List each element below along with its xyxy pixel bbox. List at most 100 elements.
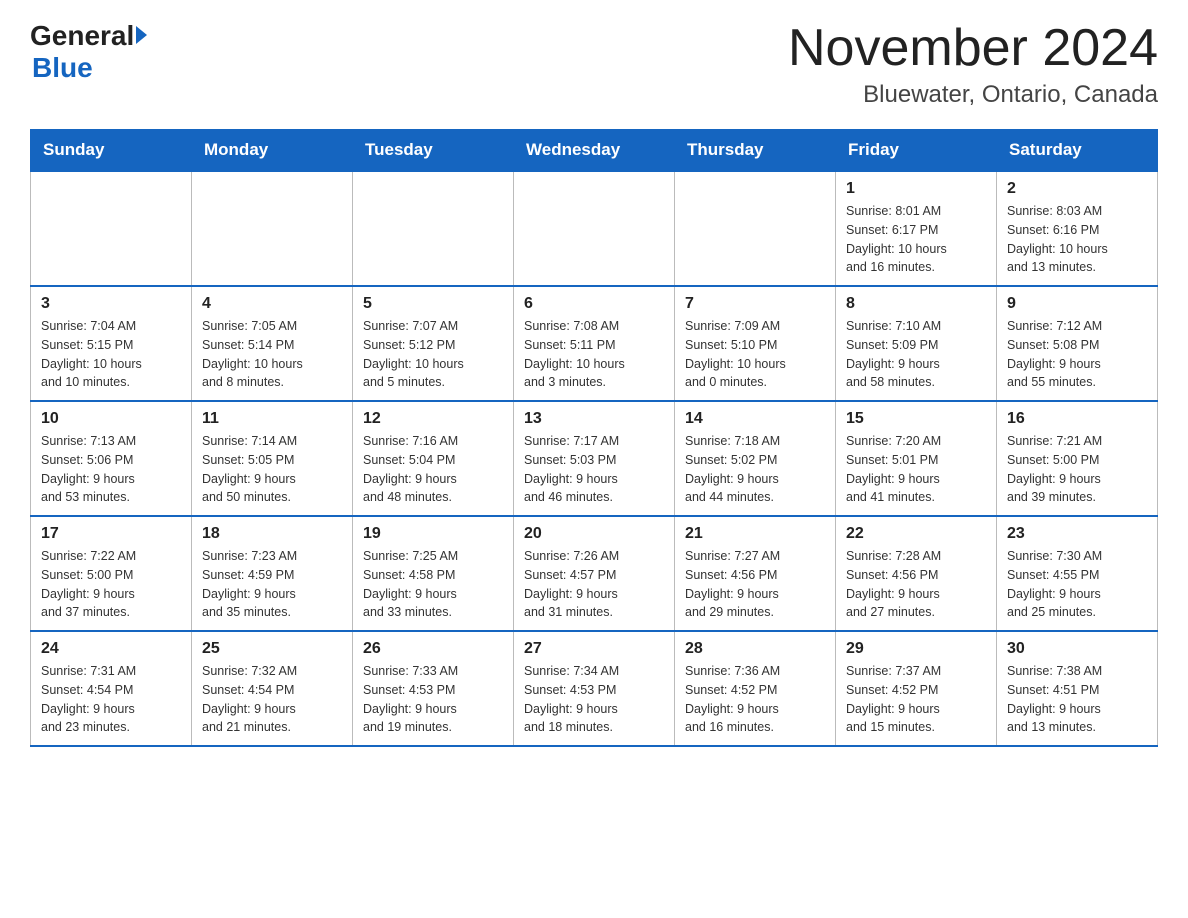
day-number: 11	[202, 410, 342, 428]
calendar-cell-w2-d3: 5 Sunrise: 7:07 AMSunset: 5:12 PMDaylight…	[353, 286, 514, 401]
logo: General Blue	[30, 20, 147, 84]
calendar-cell-w2-d6: 8Sunrise: 7:10 AMSunset: 5:09 PMDaylight…	[836, 286, 997, 401]
calendar-cell-w1-d1	[31, 171, 192, 286]
day-info: Sunrise: 7:34 AMSunset: 4:53 PMDaylight:…	[524, 662, 664, 737]
col-thursday: Thursday	[675, 130, 836, 172]
day-number: 18	[202, 525, 342, 543]
day-info: Sunrise: 7:07 AMSunset: 5:12 PMDaylight:…	[363, 317, 503, 392]
day-info: Sunrise: 7:09 AMSunset: 5:10 PMDaylight:…	[685, 317, 825, 392]
day-info: Sunrise: 8:01 AMSunset: 6:17 PMDaylight:…	[846, 202, 986, 277]
day-number: 23	[1007, 525, 1147, 543]
day-number: 25	[202, 640, 342, 658]
calendar-cell-w3-d4: 13Sunrise: 7:17 AMSunset: 5:03 PMDayligh…	[514, 401, 675, 516]
calendar-cell-w1-d7: 2 Sunrise: 8:03 AMSunset: 6:16 PMDaylight…	[997, 171, 1158, 286]
day-number: 7	[685, 295, 825, 313]
day-number: 15	[846, 410, 986, 428]
day-info: Sunrise: 7:26 AMSunset: 4:57 PMDaylight:…	[524, 547, 664, 622]
day-number: 2	[1007, 180, 1147, 198]
page-title: November 2024	[788, 20, 1158, 77]
col-sunday: Sunday	[31, 130, 192, 172]
day-number: 24	[41, 640, 181, 658]
day-info: Sunrise: 7:27 AMSunset: 4:56 PMDaylight:…	[685, 547, 825, 622]
day-info: Sunrise: 8:03 AMSunset: 6:16 PMDaylight:…	[1007, 202, 1147, 277]
calendar-cell-w3-d5: 14 Sunrise: 7:18 AMSunset: 5:02 PMDayligh…	[675, 401, 836, 516]
day-info: Sunrise: 7:13 AMSunset: 5:06 PMDaylight:…	[41, 432, 181, 507]
logo-general-text: General	[30, 20, 134, 52]
day-number: 29	[846, 640, 986, 658]
day-number: 26	[363, 640, 503, 658]
calendar-cell-w4-d4: 20 Sunrise: 7:26 AMSunset: 4:57 PMDayligh…	[514, 516, 675, 631]
day-info: Sunrise: 7:30 AMSunset: 4:55 PMDaylight:…	[1007, 547, 1147, 622]
day-info: Sunrise: 7:18 AMSunset: 5:02 PMDaylight:…	[685, 432, 825, 507]
page-header: General Blue November 2024 Bluewater, On…	[30, 20, 1158, 109]
day-info: Sunrise: 7:12 AMSunset: 5:08 PMDaylight:…	[1007, 317, 1147, 392]
calendar-cell-w2-d1: 3 Sunrise: 7:04 AMSunset: 5:15 PMDaylight…	[31, 286, 192, 401]
calendar-cell-w5-d6: 29 Sunrise: 7:37 AMSunset: 4:52 PMDayligh…	[836, 631, 997, 746]
day-number: 27	[524, 640, 664, 658]
day-number: 22	[846, 525, 986, 543]
calendar-cell-w5-d1: 24Sunrise: 7:31 AMSunset: 4:54 PMDayligh…	[31, 631, 192, 746]
day-info: Sunrise: 7:21 AMSunset: 5:00 PMDaylight:…	[1007, 432, 1147, 507]
day-number: 4	[202, 295, 342, 313]
day-number: 8	[846, 295, 986, 313]
calendar-cell-w1-d4	[514, 171, 675, 286]
calendar-week-1: 1Sunrise: 8:01 AMSunset: 6:17 PMDaylight…	[31, 171, 1158, 286]
day-info: Sunrise: 7:32 AMSunset: 4:54 PMDaylight:…	[202, 662, 342, 737]
col-monday: Monday	[192, 130, 353, 172]
day-info: Sunrise: 7:33 AMSunset: 4:53 PMDaylight:…	[363, 662, 503, 737]
calendar-table: Sunday Monday Tuesday Wednesday Thursday…	[30, 129, 1158, 747]
calendar-cell-w4-d5: 21 Sunrise: 7:27 AMSunset: 4:56 PMDayligh…	[675, 516, 836, 631]
day-info: Sunrise: 7:23 AMSunset: 4:59 PMDaylight:…	[202, 547, 342, 622]
day-number: 28	[685, 640, 825, 658]
col-tuesday: Tuesday	[353, 130, 514, 172]
day-number: 5	[363, 295, 503, 313]
calendar-cell-w3-d7: 16Sunrise: 7:21 AMSunset: 5:00 PMDayligh…	[997, 401, 1158, 516]
calendar-cell-w4-d7: 23 Sunrise: 7:30 AMSunset: 4:55 PMDayligh…	[997, 516, 1158, 631]
logo-arrow-icon	[136, 26, 147, 44]
calendar-week-4: 17 Sunrise: 7:22 AMSunset: 5:00 PMDayligh…	[31, 516, 1158, 631]
day-number: 10	[41, 410, 181, 428]
day-number: 13	[524, 410, 664, 428]
calendar-cell-w4-d1: 17 Sunrise: 7:22 AMSunset: 5:00 PMDayligh…	[31, 516, 192, 631]
day-info: Sunrise: 7:37 AMSunset: 4:52 PMDaylight:…	[846, 662, 986, 737]
day-info: Sunrise: 7:22 AMSunset: 5:00 PMDaylight:…	[41, 547, 181, 622]
day-number: 14	[685, 410, 825, 428]
day-number: 12	[363, 410, 503, 428]
calendar-cell-w5-d7: 30Sunrise: 7:38 AMSunset: 4:51 PMDayligh…	[997, 631, 1158, 746]
day-info: Sunrise: 7:28 AMSunset: 4:56 PMDaylight:…	[846, 547, 986, 622]
title-block: November 2024 Bluewater, Ontario, Canada	[788, 20, 1158, 109]
calendar-week-3: 10 Sunrise: 7:13 AMSunset: 5:06 PMDayligh…	[31, 401, 1158, 516]
day-info: Sunrise: 7:25 AMSunset: 4:58 PMDaylight:…	[363, 547, 503, 622]
day-info: Sunrise: 7:20 AMSunset: 5:01 PMDaylight:…	[846, 432, 986, 507]
day-number: 3	[41, 295, 181, 313]
calendar-cell-w2-d4: 6Sunrise: 7:08 AMSunset: 5:11 PMDaylight…	[514, 286, 675, 401]
calendar-cell-w3-d6: 15 Sunrise: 7:20 AMSunset: 5:01 PMDayligh…	[836, 401, 997, 516]
day-info: Sunrise: 7:16 AMSunset: 5:04 PMDaylight:…	[363, 432, 503, 507]
calendar-cell-w2-d7: 9Sunrise: 7:12 AMSunset: 5:08 PMDaylight…	[997, 286, 1158, 401]
calendar-week-5: 24Sunrise: 7:31 AMSunset: 4:54 PMDayligh…	[31, 631, 1158, 746]
day-info: Sunrise: 7:04 AMSunset: 5:15 PMDaylight:…	[41, 317, 181, 392]
calendar-cell-w3-d1: 10 Sunrise: 7:13 AMSunset: 5:06 PMDayligh…	[31, 401, 192, 516]
calendar-cell-w1-d2	[192, 171, 353, 286]
calendar-header-row: Sunday Monday Tuesday Wednesday Thursday…	[31, 130, 1158, 172]
calendar-cell-w4-d3: 19Sunrise: 7:25 AMSunset: 4:58 PMDayligh…	[353, 516, 514, 631]
col-friday: Friday	[836, 130, 997, 172]
calendar-cell-w2-d5: 7 Sunrise: 7:09 AMSunset: 5:10 PMDaylight…	[675, 286, 836, 401]
day-number: 20	[524, 525, 664, 543]
day-number: 17	[41, 525, 181, 543]
calendar-cell-w1-d5	[675, 171, 836, 286]
day-number: 6	[524, 295, 664, 313]
calendar-week-2: 3 Sunrise: 7:04 AMSunset: 5:15 PMDaylight…	[31, 286, 1158, 401]
day-number: 21	[685, 525, 825, 543]
calendar-cell-w3-d3: 12 Sunrise: 7:16 AMSunset: 5:04 PMDayligh…	[353, 401, 514, 516]
col-wednesday: Wednesday	[514, 130, 675, 172]
day-info: Sunrise: 7:05 AMSunset: 5:14 PMDaylight:…	[202, 317, 342, 392]
page-subtitle: Bluewater, Ontario, Canada	[788, 81, 1158, 109]
day-info: Sunrise: 7:36 AMSunset: 4:52 PMDaylight:…	[685, 662, 825, 737]
day-info: Sunrise: 7:14 AMSunset: 5:05 PMDaylight:…	[202, 432, 342, 507]
logo-blue-text: Blue	[30, 52, 93, 83]
day-number: 30	[1007, 640, 1147, 658]
calendar-cell-w4-d6: 22 Sunrise: 7:28 AMSunset: 4:56 PMDayligh…	[836, 516, 997, 631]
calendar-cell-w5-d5: 28 Sunrise: 7:36 AMSunset: 4:52 PMDayligh…	[675, 631, 836, 746]
col-saturday: Saturday	[997, 130, 1158, 172]
